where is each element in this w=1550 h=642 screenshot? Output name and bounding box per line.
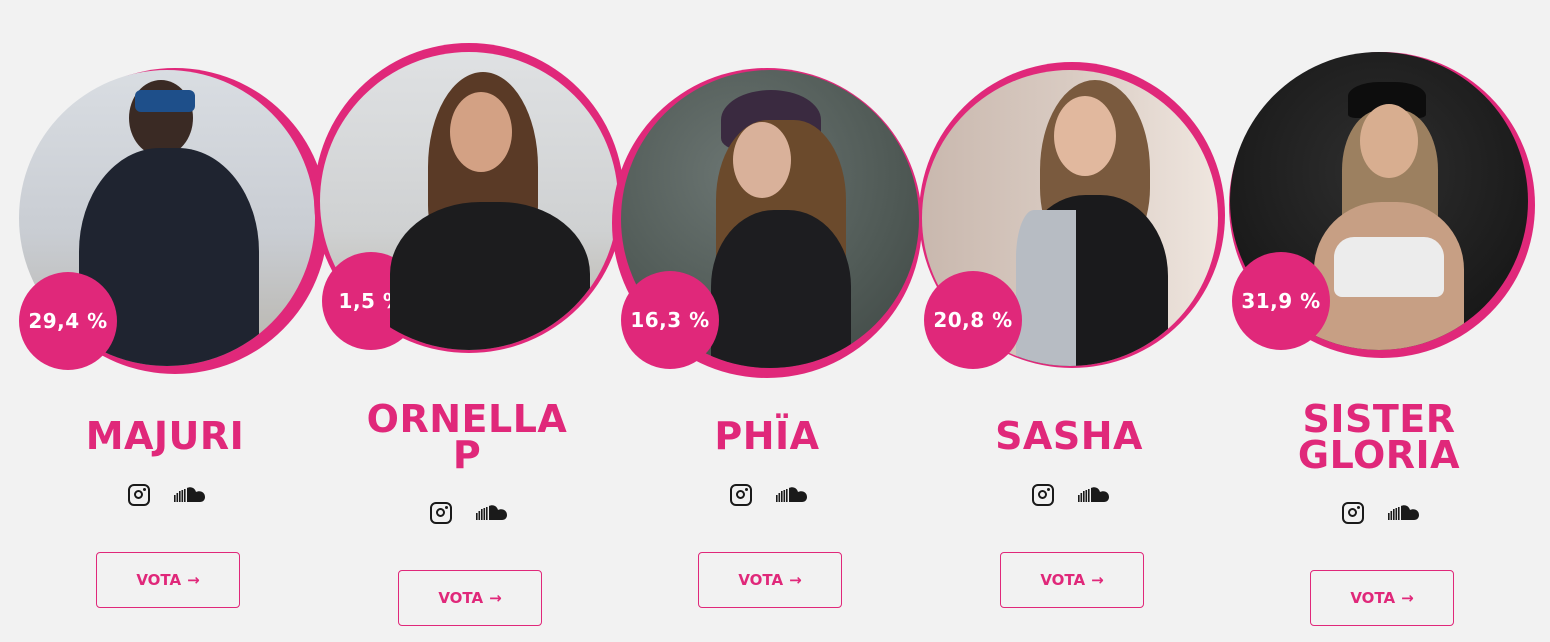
vote-button[interactable]: VOTA →	[1310, 570, 1454, 626]
instagram-icon[interactable]	[430, 502, 452, 524]
soundcloud-icon[interactable]	[1078, 486, 1112, 504]
social-links	[612, 484, 922, 514]
soundcloud-icon[interactable]	[1388, 504, 1422, 522]
candidate-name: ORNELLA P	[366, 397, 568, 477]
candidate-card-ornella-p: 1,5 % ORNELLA P VOTA →	[312, 0, 624, 642]
candidate-card-sister-gloria: 31,9 % SISTER GLORIA VOTA →	[1224, 0, 1535, 642]
instagram-icon[interactable]	[730, 484, 752, 506]
social-links	[914, 484, 1224, 514]
social-links	[10, 484, 320, 514]
instagram-icon[interactable]	[1032, 484, 1054, 506]
soundcloud-icon[interactable]	[174, 486, 208, 504]
candidate-name: SISTER GLORIA	[1297, 397, 1461, 477]
vote-button[interactable]: VOTA →	[398, 570, 542, 626]
vote-button[interactable]: VOTA →	[698, 552, 842, 608]
candidate-card-phia: 16,3 % PHÏA VOTA →	[612, 0, 922, 642]
candidate-name: MAJURI	[85, 414, 245, 458]
instagram-icon[interactable]	[1342, 502, 1364, 524]
candidate-name: SASHA	[995, 414, 1143, 458]
vote-button[interactable]: VOTA →	[96, 552, 240, 608]
vote-percentage-badge: 16,3 %	[621, 271, 719, 369]
vote-percentage-badge: 29,4 %	[19, 272, 117, 370]
candidate-name: PHÏA	[714, 414, 820, 458]
instagram-icon[interactable]	[128, 484, 150, 506]
vote-percentage-badge: 20,8 %	[924, 271, 1022, 369]
social-links	[312, 502, 622, 532]
vote-percentage-badge: 31,9 %	[1232, 252, 1330, 350]
vote-button[interactable]: VOTA →	[1000, 552, 1144, 608]
soundcloud-icon[interactable]	[476, 504, 510, 522]
social-links	[1224, 502, 1534, 532]
soundcloud-icon[interactable]	[776, 486, 810, 504]
candidate-card-majuri: 29,4 % MAJURI VOTA →	[10, 0, 328, 642]
candidate-card-sasha: 20,8 % SASHA VOTA →	[914, 0, 1225, 642]
